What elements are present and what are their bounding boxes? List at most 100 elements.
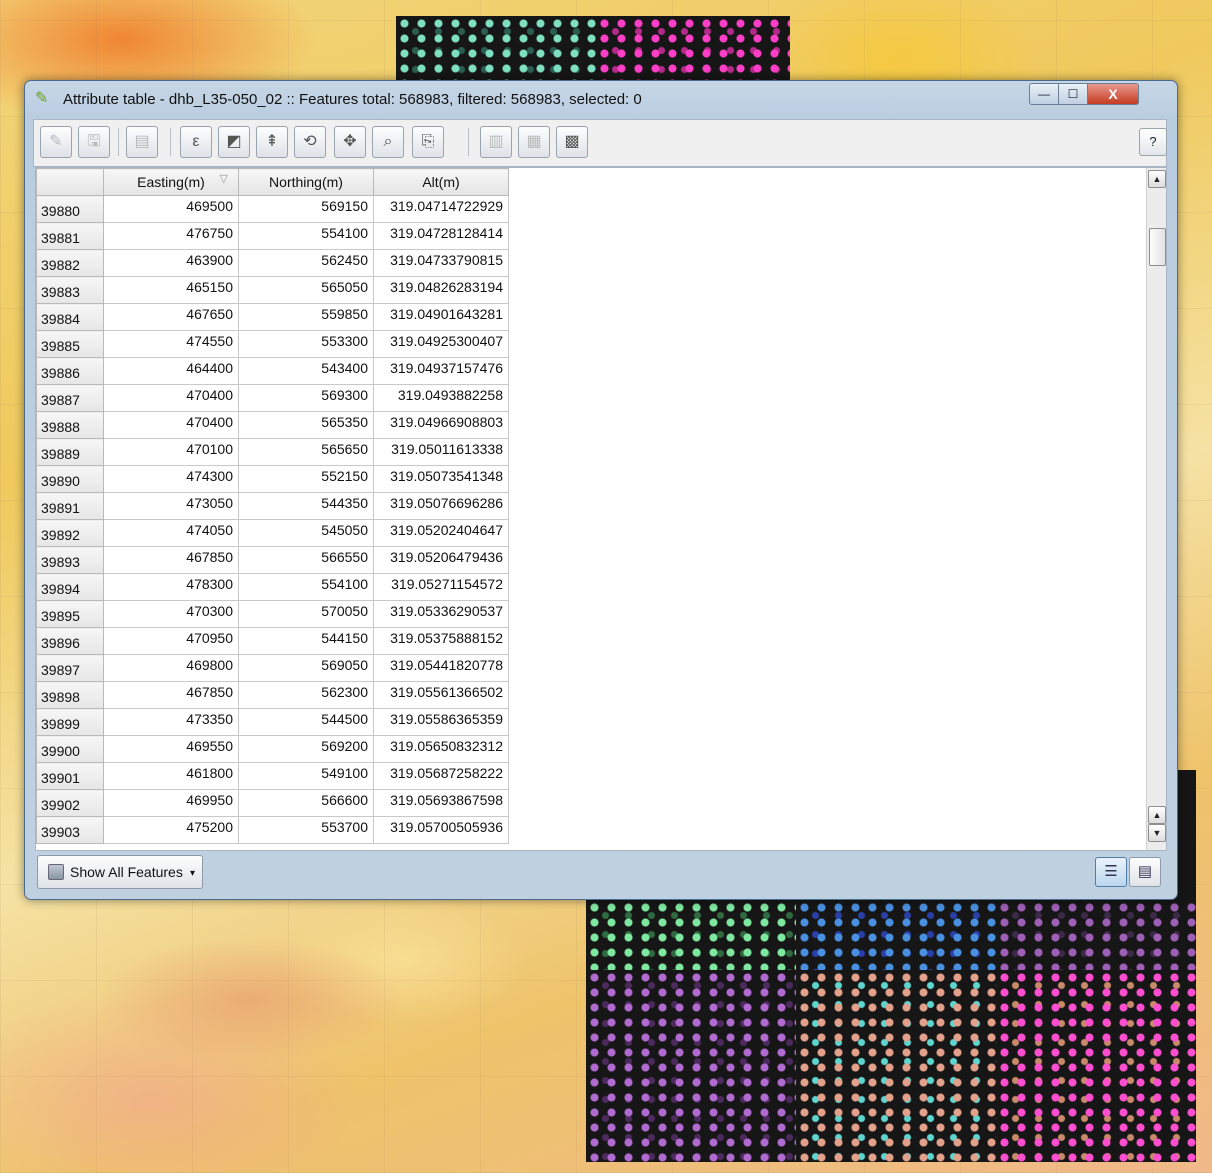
row-header[interactable]: 39881: [36, 222, 104, 250]
cell-alt[interactable]: 319.05336290537: [373, 600, 509, 628]
cell-alt[interactable]: 319.04966908803: [373, 411, 509, 439]
row-header[interactable]: 39885: [36, 330, 104, 358]
cell-alt[interactable]: 319.04728128414: [373, 222, 509, 250]
cell-easting[interactable]: 467650: [103, 303, 239, 331]
cell-easting[interactable]: 470300: [103, 600, 239, 628]
row-header[interactable]: 39880: [36, 195, 104, 223]
row-header[interactable]: 39882: [36, 249, 104, 277]
help-button[interactable]: ?: [1139, 128, 1167, 156]
cell-alt[interactable]: 319.04733790815: [373, 249, 509, 277]
cell-easting[interactable]: 464400: [103, 357, 239, 385]
table-view-button[interactable]: ☰: [1095, 857, 1127, 887]
cell-alt[interactable]: 319.05375888152: [373, 627, 509, 655]
scroll-top-button[interactable]: ▲: [1148, 170, 1166, 188]
row-header[interactable]: 39902: [36, 789, 104, 817]
title-bar[interactable]: ✎ Attribute table - dhb_L35-050_02 :: Fe…: [25, 81, 1177, 117]
table-row[interactable]: 39901 461800 549100 319.05687258222: [36, 762, 509, 790]
cell-northing[interactable]: 562450: [238, 249, 374, 277]
table-row[interactable]: 39898 467850 562300 319.05561366502: [36, 681, 509, 709]
attribute-table[interactable]: Easting(m) ▽ Northing(m) Alt(m) 39880 4695…: [35, 167, 1167, 851]
cell-alt[interactable]: 319.05271154572: [373, 573, 509, 601]
table-row[interactable]: 39895 470300 570050 319.05336290537: [36, 600, 509, 628]
cell-northing[interactable]: 566550: [238, 546, 374, 574]
table-row[interactable]: 39880 469500 569150 319.04714722929: [36, 195, 509, 223]
cell-easting[interactable]: 467850: [103, 546, 239, 574]
cell-easting[interactable]: 476750: [103, 222, 239, 250]
cell-northing[interactable]: 543400: [238, 357, 374, 385]
cell-alt[interactable]: 319.05206479436: [373, 546, 509, 574]
row-header[interactable]: 39898: [36, 681, 104, 709]
row-header[interactable]: 39893: [36, 546, 104, 574]
table-row[interactable]: 39889 470100 565650 319.05011613338: [36, 438, 509, 466]
cell-easting[interactable]: 469950: [103, 789, 239, 817]
table-row[interactable]: 39900 469550 569200 319.05650832312: [36, 735, 509, 763]
row-header[interactable]: 39892: [36, 519, 104, 547]
corner-header[interactable]: [36, 168, 104, 196]
cell-easting[interactable]: 470400: [103, 384, 239, 412]
minimize-button[interactable]: —: [1029, 83, 1059, 105]
cell-northing[interactable]: 565350: [238, 411, 374, 439]
cell-northing[interactable]: 544500: [238, 708, 374, 736]
row-header[interactable]: 39903: [36, 816, 104, 844]
table-row[interactable]: 39893 467850 566550 319.05206479436: [36, 546, 509, 574]
cell-easting[interactable]: 475200: [103, 816, 239, 844]
zoom-to-selected-button[interactable]: ⌕: [372, 126, 404, 158]
cell-northing[interactable]: 566600: [238, 789, 374, 817]
table-row[interactable]: 39888 470400 565350 319.04966908803: [36, 411, 509, 439]
cell-easting[interactable]: 467850: [103, 681, 239, 709]
form-view-button[interactable]: ▤: [1129, 857, 1161, 887]
deselect-button[interactable]: ◩: [218, 126, 250, 158]
row-header[interactable]: 39899: [36, 708, 104, 736]
row-header[interactable]: 39895: [36, 600, 104, 628]
row-header[interactable]: 39890: [36, 465, 104, 493]
cell-northing[interactable]: 554100: [238, 222, 374, 250]
row-header[interactable]: 39896: [36, 627, 104, 655]
cell-northing[interactable]: 554100: [238, 573, 374, 601]
copy-rows-button[interactable]: ⎘: [412, 126, 444, 158]
cell-northing[interactable]: 553300: [238, 330, 374, 358]
cell-easting[interactable]: 463900: [103, 249, 239, 277]
cell-alt[interactable]: 319.0493882258: [373, 384, 509, 412]
cell-northing[interactable]: 569200: [238, 735, 374, 763]
cell-alt[interactable]: 319.04714722929: [373, 195, 509, 223]
show-all-features-dropdown[interactable]: Show All Features ▾: [37, 855, 203, 889]
cell-alt[interactable]: 319.05561366502: [373, 681, 509, 709]
row-header[interactable]: 39884: [36, 303, 104, 331]
cell-easting[interactable]: 470950: [103, 627, 239, 655]
row-header[interactable]: 39897: [36, 654, 104, 682]
cell-northing[interactable]: 552150: [238, 465, 374, 493]
row-header[interactable]: 39889: [36, 438, 104, 466]
cell-alt[interactable]: 319.05693867598: [373, 789, 509, 817]
cell-alt[interactable]: 319.05586365359: [373, 708, 509, 736]
column-header-northing[interactable]: Northing(m): [238, 168, 374, 196]
cell-alt[interactable]: 319.04901643281: [373, 303, 509, 331]
cell-northing[interactable]: 569300: [238, 384, 374, 412]
row-header[interactable]: 39894: [36, 573, 104, 601]
cell-alt[interactable]: 319.05650832312: [373, 735, 509, 763]
cell-alt[interactable]: 319.05076696286: [373, 492, 509, 520]
invert-selection-button[interactable]: ⟲: [294, 126, 326, 158]
cell-northing[interactable]: 562300: [238, 681, 374, 709]
cell-alt[interactable]: 319.04937157476: [373, 357, 509, 385]
row-header[interactable]: 39888: [36, 411, 104, 439]
row-header[interactable]: 39887: [36, 384, 104, 412]
table-row[interactable]: 39890 474300 552150 319.05073541348: [36, 465, 509, 493]
cell-easting[interactable]: 473350: [103, 708, 239, 736]
cell-alt[interactable]: 319.05011613338: [373, 438, 509, 466]
cell-northing[interactable]: 545050: [238, 519, 374, 547]
table-row[interactable]: 39896 470950 544150 319.05375888152: [36, 627, 509, 655]
pan-to-selected-button[interactable]: ✥: [334, 126, 366, 158]
move-selection-top-button[interactable]: ⇞: [256, 126, 288, 158]
table-row[interactable]: 39884 467650 559850 319.04901643281: [36, 303, 509, 331]
table-row[interactable]: 39899 473350 544500 319.05586365359: [36, 708, 509, 736]
cell-easting[interactable]: 474300: [103, 465, 239, 493]
cell-northing[interactable]: 549100: [238, 762, 374, 790]
delete-selected-button[interactable]: ▤: [126, 126, 158, 158]
cell-northing[interactable]: 565650: [238, 438, 374, 466]
delete-column-button[interactable]: ▦: [518, 126, 550, 158]
save-button[interactable]: 🖫: [78, 126, 110, 158]
field-calculator-button[interactable]: ▩: [556, 126, 588, 158]
table-row[interactable]: 39902 469950 566600 319.05693867598: [36, 789, 509, 817]
cell-alt[interactable]: 319.05687258222: [373, 762, 509, 790]
table-row[interactable]: 39897 469800 569050 319.05441820778: [36, 654, 509, 682]
